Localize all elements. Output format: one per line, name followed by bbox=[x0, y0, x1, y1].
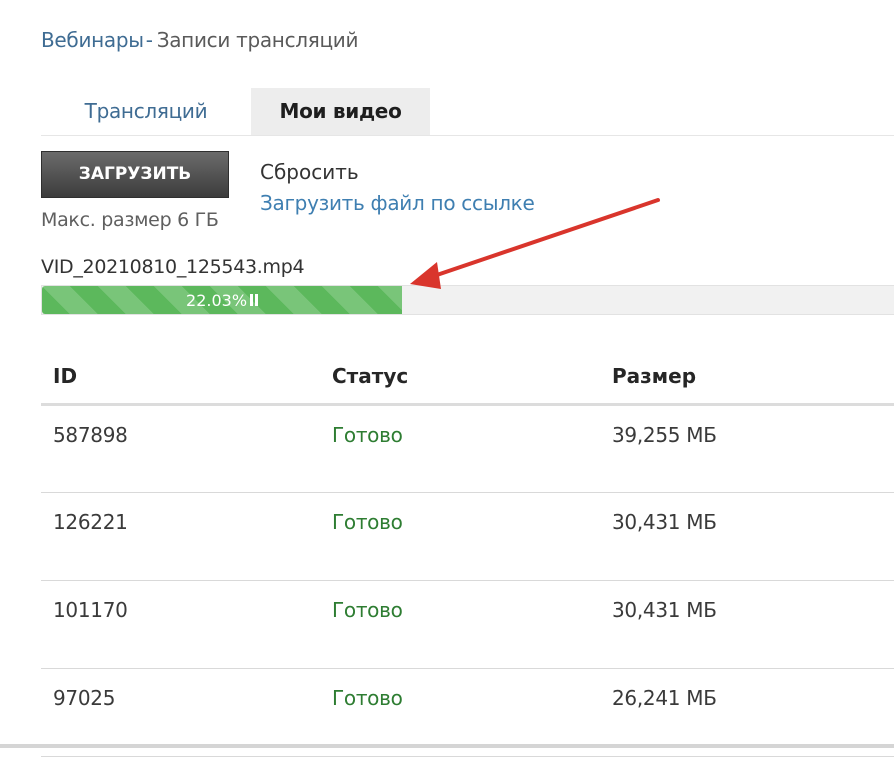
tab-broadcasts[interactable]: Трансляций bbox=[41, 88, 251, 135]
table-row[interactable]: 126221 Готово 30,431 МБ bbox=[41, 492, 894, 581]
table-row[interactable]: 101170 Готово 30,431 МБ bbox=[41, 580, 894, 669]
cell-size: 30,431 МБ bbox=[600, 492, 894, 581]
upload-by-url-link[interactable]: Загрузить файл по ссылке bbox=[260, 191, 535, 215]
videos-table: ID Статус Размер 587898 Готово 39,255 МБ… bbox=[41, 348, 894, 757]
cell-status: Готово bbox=[320, 404, 600, 493]
max-size-hint: Макс. размер 6 ГБ bbox=[41, 209, 219, 231]
progress-label-wrap: 22.03% bbox=[42, 286, 402, 314]
cell-id: 587898 bbox=[41, 404, 320, 493]
upload-progress-bar: 22.03% bbox=[41, 285, 894, 315]
breadcrumb-separator: - bbox=[145, 28, 153, 52]
column-header-status[interactable]: Статус bbox=[320, 348, 600, 406]
cell-size: 39,255 МБ bbox=[600, 404, 894, 493]
upload-filename: VID_20210810_125543.mp4 bbox=[41, 256, 305, 278]
bottom-divider bbox=[0, 744, 894, 748]
breadcrumb-current: Записи трансляций bbox=[156, 28, 359, 52]
tab-bar: Трансляций Мои видео bbox=[41, 88, 894, 136]
cell-id: 101170 bbox=[41, 580, 320, 669]
column-header-size[interactable]: Размер bbox=[600, 348, 894, 406]
cell-status: Готово bbox=[320, 492, 600, 581]
breadcrumb-link-webinars[interactable]: Вебинары bbox=[41, 28, 144, 52]
breadcrumb: Вебинары - Записи трансляций bbox=[41, 28, 359, 52]
table-header-row: ID Статус Размер bbox=[41, 348, 894, 406]
cell-status: Готово bbox=[320, 580, 600, 669]
tab-my-videos[interactable]: Мои видео bbox=[251, 88, 430, 135]
progress-percent: 22.03% bbox=[186, 290, 248, 310]
table-row[interactable]: 587898 Готово 39,255 МБ bbox=[41, 404, 894, 493]
cell-id: 126221 bbox=[41, 492, 320, 581]
column-header-id[interactable]: ID bbox=[41, 348, 320, 406]
upload-progress-fill: 22.03% bbox=[42, 286, 403, 314]
reset-link[interactable]: Сбросить bbox=[260, 160, 359, 184]
pause-icon[interactable] bbox=[250, 294, 259, 306]
cell-size: 30,431 МБ bbox=[600, 580, 894, 669]
upload-button[interactable]: ЗАГРУЗИТЬ bbox=[41, 151, 229, 198]
